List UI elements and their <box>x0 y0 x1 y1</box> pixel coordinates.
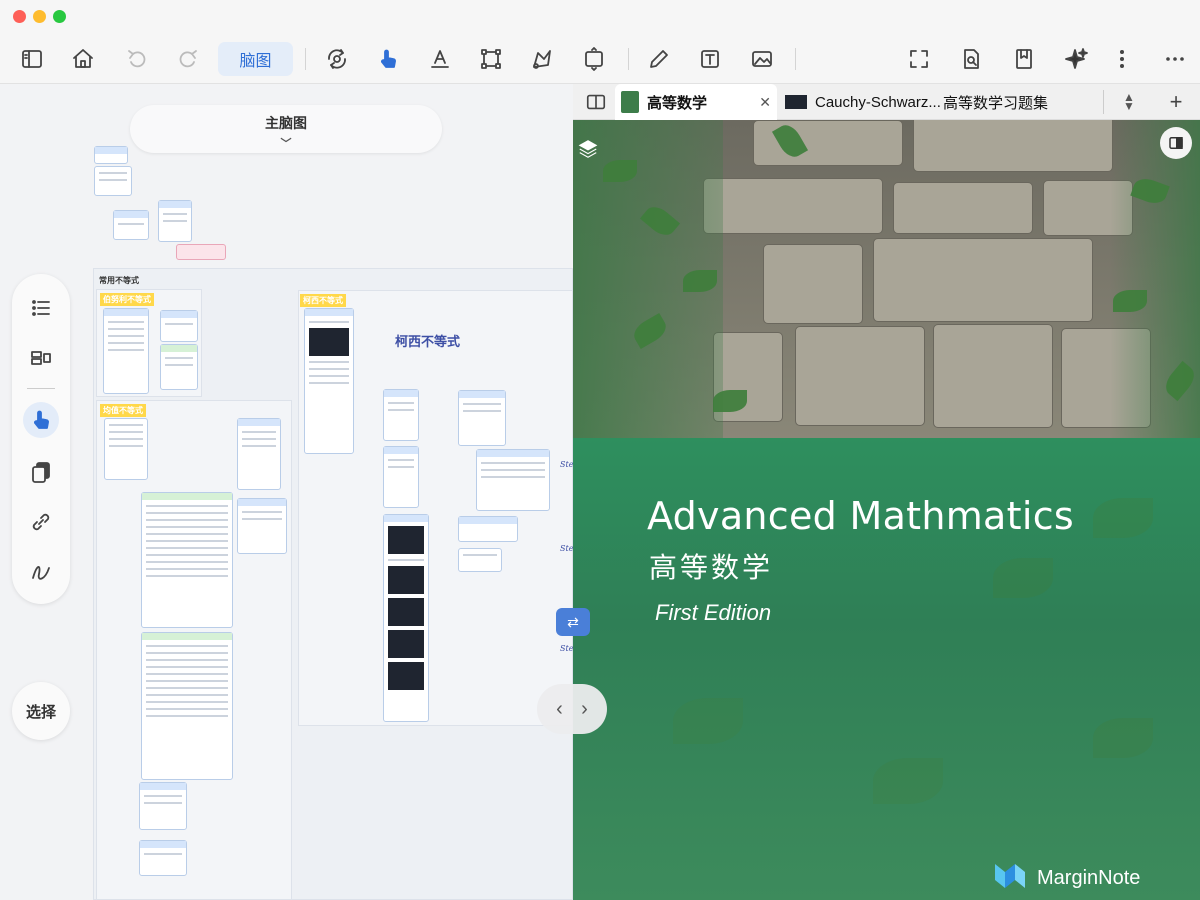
sync-icon[interactable] <box>320 42 354 76</box>
tab-label: 高等数学习题集 <box>943 94 1049 112</box>
layout-blocks-icon[interactable] <box>23 340 59 376</box>
cover-title: Advanced Mathmatics <box>647 494 1074 538</box>
publisher-brand: MarginNote <box>993 858 1140 898</box>
select-button[interactable]: 选择 <box>12 682 70 740</box>
home-icon[interactable] <box>66 42 100 76</box>
brand-name: MarginNote <box>1037 866 1141 889</box>
resize-arrows-icon[interactable] <box>577 42 611 76</box>
copy-pages-icon[interactable] <box>23 454 59 490</box>
pen-icon[interactable] <box>642 42 676 76</box>
pane-navigation-control[interactable]: ‹ › <box>537 684 607 734</box>
redo-icon[interactable] <box>171 42 205 76</box>
more-horizontal-icon[interactable] <box>1158 42 1192 76</box>
mindmap-node[interactable] <box>160 344 198 390</box>
close-icon[interactable]: ✕ <box>759 94 771 111</box>
mindmap-node[interactable] <box>158 200 192 242</box>
mindmap-node[interactable] <box>139 782 187 830</box>
mindmap-node[interactable] <box>141 492 233 628</box>
tab-label: Cauchy-Schwarz... <box>815 93 941 111</box>
tab-sort-arrows-icon[interactable]: ▲ ▼ <box>1117 84 1141 120</box>
mindmap-canvas[interactable]: 主脑图 ﹀ 常用不等式 伯努利不等式 均值不等式 柯西不等式 柯西不等式 Ste… <box>0 84 573 900</box>
tab-exercise-set[interactable]: 高等数学习题集 <box>943 84 1091 120</box>
mindmap-node[interactable] <box>458 516 518 542</box>
list-icon[interactable] <box>23 290 59 326</box>
cover-edition: First Edition <box>655 600 772 625</box>
cover-photo-stone-wall <box>573 120 1200 440</box>
mindmap-node[interactable] <box>94 146 128 164</box>
left-tool-sidebar <box>12 274 70 604</box>
textbox-icon[interactable] <box>693 42 727 76</box>
chevron-left-icon[interactable]: ‹ <box>556 698 563 721</box>
document-viewer[interactable]: Advanced Mathmatics 高等数学 First Edition M… <box>573 120 1200 900</box>
mindmap-node[interactable] <box>383 446 419 508</box>
mindmap-node[interactable] <box>237 498 287 554</box>
handwritten-note: Step <box>560 644 573 653</box>
marginnote-logo-icon <box>993 858 1027 898</box>
cover-subtitle: 高等数学 <box>649 552 774 583</box>
group-tag: 均值不等式 <box>100 404 146 417</box>
close-window-button[interactable] <box>13 10 26 23</box>
mindmap-node[interactable] <box>104 418 148 480</box>
sidebar-toggle-icon[interactable] <box>15 42 49 76</box>
layers-icon[interactable] <box>577 138 601 162</box>
mindmap-node[interactable] <box>141 632 233 780</box>
window-titlebar <box>0 0 1200 34</box>
more-vertical-icon[interactable] <box>1105 42 1139 76</box>
mindmap-node[interactable] <box>383 514 429 722</box>
image-icon[interactable] <box>745 42 779 76</box>
add-tab-plus-icon[interactable]: + <box>1163 84 1189 120</box>
fullscreen-icon[interactable] <box>902 42 936 76</box>
tab-cauchy-schwarz[interactable]: Cauchy-Schwarz... <box>783 84 941 120</box>
minimize-window-button[interactable] <box>33 10 46 23</box>
link-icon[interactable] <box>23 504 59 540</box>
mindmap-node[interactable] <box>160 310 198 342</box>
handwritten-note: Step <box>560 460 573 469</box>
handwritten-note: Step <box>560 544 573 553</box>
ai-sparkle-icon[interactable] <box>1060 42 1094 76</box>
sidebar-panel-toggle-icon[interactable] <box>1160 127 1192 159</box>
zoom-window-button[interactable] <box>53 10 66 23</box>
mindmap-node[interactable] <box>176 244 226 260</box>
tab-label: 高等数学 <box>647 94 708 112</box>
mindmap-node[interactable] <box>237 418 281 490</box>
mindmap-node[interactable] <box>458 390 506 446</box>
group-title: 常用不等式 <box>99 276 139 285</box>
chevron-down-icon: ﹀ <box>280 138 292 150</box>
search-document-icon[interactable] <box>954 42 988 76</box>
mindmap-node[interactable] <box>383 389 419 441</box>
mindmap-node[interactable] <box>113 210 149 240</box>
mindmap-title-label: 主脑图 <box>265 115 307 131</box>
lasso-icon[interactable] <box>525 42 559 76</box>
mindmap-mode-button[interactable]: 脑图 <box>218 42 293 76</box>
tab-advanced-math[interactable]: 高等数学 ✕ <box>615 84 777 120</box>
text-highlight-icon[interactable] <box>423 42 457 76</box>
freehand-curve-icon[interactable] <box>23 554 59 590</box>
mindmap-node[interactable] <box>476 449 550 511</box>
undo-icon[interactable] <box>120 42 154 76</box>
handwritten-note: 柯西不等式 <box>395 335 461 350</box>
mindmap-node[interactable] <box>304 308 354 454</box>
mindmap-node[interactable] <box>458 548 502 572</box>
mindmap-node[interactable] <box>139 840 187 876</box>
pointer-hand-icon[interactable] <box>371 42 405 76</box>
rectangle-select-icon[interactable] <box>474 42 508 76</box>
swap-panes-button[interactable]: ⇄ <box>556 608 590 636</box>
book-cover-icon <box>621 91 639 113</box>
group-tag: 柯西不等式 <box>300 294 346 307</box>
chevron-right-icon[interactable]: › <box>581 698 588 721</box>
toolbar: 脑图 <box>0 34 1200 84</box>
document-tab-bar: 高等数学 ✕ Cauchy-Schwarz... 高等数学习题集 ▲ ▼ + <box>573 84 1200 120</box>
bookmark-icon[interactable] <box>1007 42 1041 76</box>
mindmap-node[interactable] <box>94 166 132 196</box>
group-tag: 伯努利不等式 <box>100 293 154 306</box>
video-thumbnail-icon <box>785 95 807 109</box>
split-view-icon[interactable] <box>579 84 613 120</box>
mindmap-node[interactable] <box>103 308 149 394</box>
pointer-hand-icon[interactable] <box>23 402 59 438</box>
mindmap-title[interactable]: 主脑图 ﹀ <box>130 105 442 153</box>
